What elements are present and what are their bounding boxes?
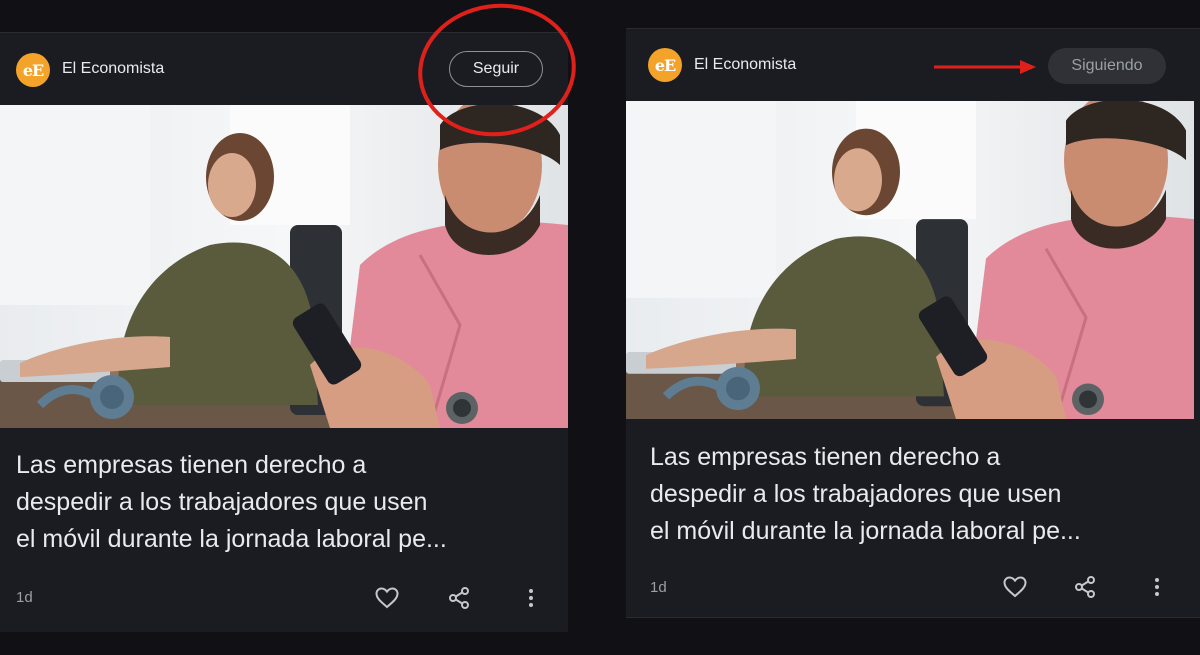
logo-text: eE — [654, 55, 676, 75]
logo-text: eE — [22, 60, 44, 80]
article-headline[interactable]: Las empresas tienen derecho a despedir a… — [650, 439, 1190, 550]
publisher-name[interactable]: El Economista — [62, 60, 164, 78]
publisher-logo[interactable]: eE — [16, 53, 50, 87]
share-icon — [1075, 576, 1095, 598]
office-photo — [0, 105, 568, 428]
more-vertical-icon — [529, 589, 533, 607]
publisher-name[interactable]: El Economista — [694, 56, 796, 74]
card-header: eE El Economista Seguir — [0, 33, 568, 105]
more-vertical-icon — [1155, 578, 1159, 596]
share-icon — [449, 587, 469, 609]
article-headline[interactable]: Las empresas tienen derecho a despedir a… — [16, 447, 556, 558]
share-button[interactable] — [1070, 572, 1100, 602]
office-photo — [626, 101, 1194, 419]
like-button[interactable] — [372, 583, 402, 613]
article-age: 1d — [16, 589, 33, 606]
news-card-right[interactable]: eE El Economista Siguiendo Las empresas … — [626, 28, 1200, 618]
heart-icon — [1003, 576, 1027, 598]
following-button[interactable]: Siguiendo — [1048, 48, 1166, 84]
like-button[interactable] — [1000, 572, 1030, 602]
share-button[interactable] — [444, 583, 474, 613]
more-button[interactable] — [516, 583, 546, 613]
more-button[interactable] — [1142, 572, 1172, 602]
article-image[interactable] — [626, 101, 1194, 419]
article-age: 1d — [650, 579, 667, 596]
heart-icon — [375, 587, 399, 609]
follow-button[interactable]: Seguir — [449, 51, 543, 87]
news-card-left[interactable]: eE El Economista Seguir Las empresas tie… — [0, 32, 568, 632]
publisher-logo[interactable]: eE — [648, 48, 682, 82]
article-image[interactable] — [0, 105, 568, 428]
card-header: eE El Economista Siguiendo — [626, 29, 1200, 101]
